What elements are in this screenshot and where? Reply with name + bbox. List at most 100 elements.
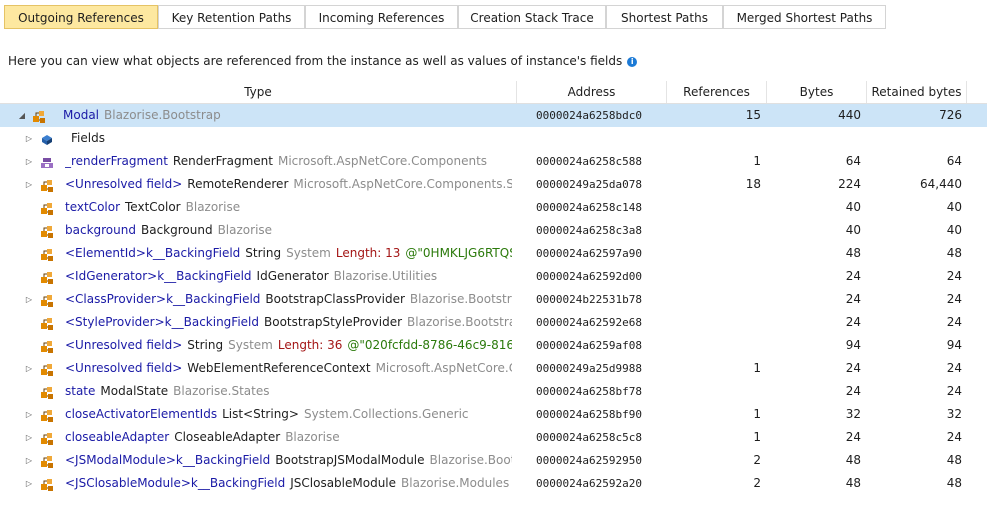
references-count-cell: 1 [753, 361, 761, 375]
field-name: <Unresolved field> [65, 361, 183, 375]
table-row[interactable]: textColor TextColor Blazorise 0000024a6258c… [0, 196, 987, 219]
namespace: Microsoft.AspNetCore.Components [277, 154, 488, 168]
bytes-cell: 94 [845, 338, 861, 352]
address-cell: 0000024b22531b78 [536, 293, 642, 306]
references-count-cell: 1 [753, 430, 761, 444]
table-row[interactable]: ▷ <Unresolved field> RemoteRenderer Microso… [0, 173, 987, 196]
class-icon [40, 339, 54, 353]
column-header-type[interactable]: Type [0, 81, 517, 103]
type-name: BootstrapStyleProvider [264, 315, 403, 329]
column-header-bytes[interactable]: Bytes [767, 81, 867, 103]
type-cell: <Unresolved field> WebElementReferenceCon… [65, 357, 512, 380]
table-row[interactable]: ▷ closeActivatorElementIds List<String> Sys… [0, 403, 987, 426]
column-header-references-count[interactable]: References count [667, 81, 767, 121]
class-icon [40, 201, 54, 215]
table-row[interactable]: <StyleProvider>k__BackingField BootstrapS… [0, 311, 987, 334]
bytes-cell: 224 [838, 177, 861, 191]
type-cell: background Background Blazorise [65, 219, 512, 242]
tab-outgoing-references[interactable]: Outgoing References [4, 5, 158, 29]
type-cell: <ElementId>k__BackingField String System Le… [65, 242, 512, 265]
address-cell: 00000249a25da078 [536, 178, 642, 191]
table-row[interactable]: ▷ <JSClosableModule>k__BackingField JSClos… [0, 472, 987, 495]
retained-bytes-cell: 40 [946, 223, 962, 237]
table-row[interactable]: ▷ <JSModalModule>k__BackingField Bootstrap… [0, 449, 987, 472]
type-cell: <Unresolved field> RemoteRenderer Microsof… [65, 173, 512, 196]
bytes-cell: 40 [845, 223, 861, 237]
type-cell: closeableAdapter CloseableAdapter Blazoris… [65, 426, 512, 449]
table-row[interactable]: ▷ closeableAdapter CloseableAdapter Blazori… [0, 426, 987, 449]
table-row[interactable]: <ElementId>k__BackingField String System Le… [0, 242, 987, 265]
tab-bar: Outgoing References Key Retention Paths … [0, 0, 987, 36]
expand-arrow-icon[interactable]: ▷ [24, 127, 34, 150]
field-name: <ClassProvider>k__BackingField [65, 292, 261, 306]
tab-incoming-references[interactable]: Incoming References [305, 5, 458, 29]
namespace: Blazorise.Utilities [333, 269, 438, 283]
table-row[interactable]: ◢ Modal Blazorise.Bootstrap 0000024a6258bdc… [0, 104, 987, 127]
bytes-cell: 24 [845, 315, 861, 329]
retained-bytes-cell: 48 [946, 453, 962, 467]
column-header-address[interactable]: Address [517, 81, 667, 103]
type-name: TextColor [125, 200, 181, 214]
type-cell: _renderFragment RenderFragment Microsoft.A… [65, 150, 512, 173]
retained-bytes-cell: 24 [946, 361, 962, 375]
expand-arrow-icon[interactable]: ▷ [24, 288, 34, 311]
field-name: closeActivatorElementIds [65, 407, 218, 421]
class-icon [40, 247, 54, 261]
table-row[interactable]: <IdGenerator>k__BackingField IdGenerator B… [0, 265, 987, 288]
field-name: background [65, 223, 136, 237]
type-cell: state ModalState Blazorise.States [65, 380, 512, 403]
retained-bytes-cell: 24 [946, 315, 962, 329]
address-cell: 0000024a6258c148 [536, 201, 642, 214]
bytes-cell: 40 [845, 200, 861, 214]
description: Here you can view what objects are refer… [8, 53, 638, 69]
tab-merged-shortest-paths[interactable]: Merged Shortest Paths [723, 5, 886, 29]
info-icon[interactable]: i [627, 57, 638, 67]
table-row[interactable]: background Background Blazorise 0000024a625… [0, 219, 987, 242]
column-header-retained-bytes[interactable]: Retained bytes [867, 81, 967, 103]
tab-key-retention-paths[interactable]: Key Retention Paths [158, 5, 305, 29]
expand-arrow-icon[interactable]: ▷ [24, 357, 34, 380]
table-row[interactable]: ▷ _renderFragment RenderFragment Microsoft.… [0, 150, 987, 173]
field-name: _renderFragment [65, 154, 168, 168]
class-icon [40, 224, 54, 238]
type-name: String [245, 246, 282, 260]
retained-bytes-cell: 64,440 [920, 177, 962, 191]
retained-bytes-cell: 94 [946, 338, 962, 352]
class-icon [40, 408, 54, 422]
expand-arrow-icon[interactable]: ▷ [24, 403, 34, 426]
class-icon [40, 454, 54, 468]
references-count-cell: 2 [753, 453, 761, 467]
expand-arrow-icon[interactable]: ▷ [24, 472, 34, 495]
retained-bytes-cell: 40 [946, 200, 962, 214]
expand-arrow-icon[interactable]: ▷ [24, 426, 34, 449]
namespace: Blazorise.Bootstrap.Modules [429, 453, 512, 467]
type-name: WebElementReferenceContext [187, 361, 371, 375]
string-length: Length: 36 [277, 338, 343, 352]
field-name: <JSClosableModule>k__BackingField [65, 476, 286, 490]
expand-arrow-icon[interactable]: ▷ [24, 449, 34, 472]
class-icon [40, 431, 54, 445]
table-row[interactable]: ▷ Fields [0, 127, 987, 150]
type-name: RemoteRenderer [187, 177, 289, 191]
expand-arrow-icon[interactable]: ▷ [24, 173, 34, 196]
field-name: <Unresolved field> [65, 177, 183, 191]
collapse-arrow-icon[interactable]: ◢ [17, 104, 27, 127]
expand-arrow-icon[interactable]: ▷ [24, 150, 34, 173]
type-name: BootstrapClassProvider [265, 292, 405, 306]
tab-creation-stack-trace[interactable]: Creation Stack Trace [458, 5, 606, 29]
tab-shortest-paths[interactable]: Shortest Paths [606, 5, 723, 29]
namespace: Microsoft.AspNetCore.Components [375, 361, 512, 375]
references-count-cell: 1 [753, 407, 761, 421]
table-row[interactable]: ▷ <Unresolved field> WebElementReferenceCo… [0, 357, 987, 380]
table-row[interactable]: <Unresolved field> String System Length: 36… [0, 334, 987, 357]
table-row[interactable]: state ModalState Blazorise.States 0000024a6… [0, 380, 987, 403]
address-cell: 0000024a62592a20 [536, 477, 642, 490]
class-icon [40, 316, 54, 330]
class-icon [40, 385, 54, 399]
class-icon [32, 109, 46, 123]
field-name: <JSModalModule>k__BackingField [65, 453, 271, 467]
bytes-cell: 48 [845, 246, 861, 260]
table-row[interactable]: ▷ <ClassProvider>k__BackingField Bootstrap… [0, 288, 987, 311]
namespace: Blazorise.Bootstrap [104, 108, 221, 122]
type-name: Fields [71, 131, 105, 145]
